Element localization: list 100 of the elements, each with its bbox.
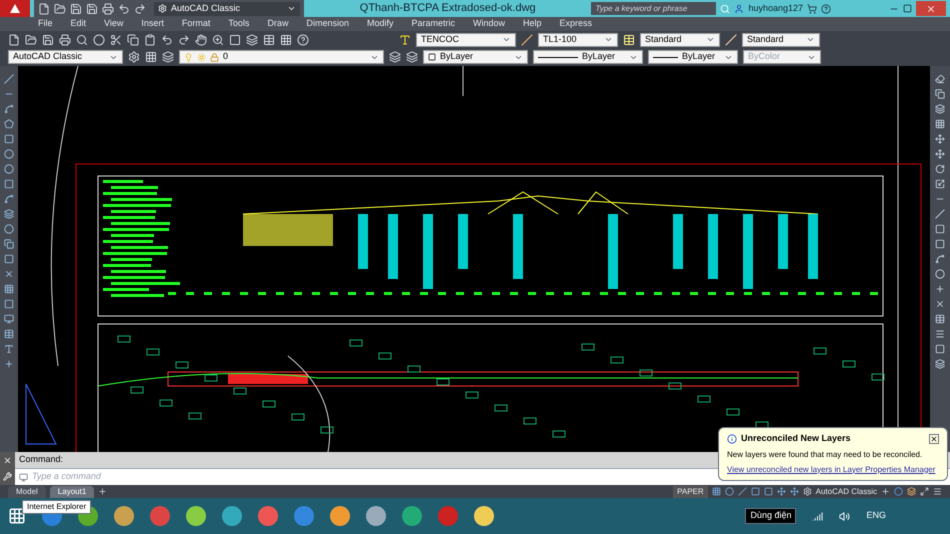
save-icon[interactable] (70, 2, 82, 14)
line-sample (653, 56, 678, 58)
line-icon[interactable] (4, 74, 14, 84)
menu-item[interactable]: View (104, 17, 124, 31)
grid-icon[interactable] (145, 51, 157, 63)
polyline-icon[interactable] (4, 104, 14, 114)
language-indicator[interactable]: ENG (866, 509, 886, 523)
dimension-style-dropdown[interactable]: TL1-100 (538, 32, 618, 46)
space-toggle[interactable]: PAPER (673, 486, 708, 498)
open-folder-icon[interactable] (25, 34, 37, 46)
undo-icon[interactable] (118, 2, 130, 14)
layers-alert-icon[interactable] (907, 487, 916, 496)
print-icon[interactable] (102, 2, 114, 14)
window-icon[interactable] (229, 34, 241, 46)
layers-icon[interactable] (246, 34, 258, 46)
paste-icon[interactable] (144, 34, 156, 46)
list-icon[interactable] (935, 329, 945, 339)
clean-screen-icon[interactable] (920, 487, 929, 496)
menu-item[interactable]: Dimension (306, 17, 349, 31)
help-icon[interactable] (821, 4, 831, 14)
layout-tab[interactable]: Layout1 (50, 486, 94, 498)
layout-tab[interactable]: Model (8, 486, 46, 498)
table-style-dropdown[interactable]: Standard (640, 32, 720, 46)
grid-icon[interactable] (280, 34, 292, 46)
menu-item[interactable]: Draw (267, 17, 288, 31)
menu-item[interactable]: File (38, 17, 53, 31)
plus-icon[interactable] (881, 487, 890, 496)
menu-item[interactable]: Express (560, 17, 592, 31)
user-icon[interactable] (734, 4, 744, 14)
rotate-icon[interactable] (935, 164, 945, 174)
workspace-dropdown[interactable]: AutoCAD Classic (8, 50, 123, 64)
redo-icon[interactable] (178, 34, 190, 46)
erase-icon[interactable] (935, 74, 945, 84)
layer-states-icon[interactable] (406, 51, 418, 63)
layer-icon[interactable] (935, 359, 945, 369)
search-field[interactable]: Type a keyword or phrase (591, 2, 716, 15)
text-style-dropdown[interactable]: TENCOC (416, 32, 516, 46)
layer-previous-icon[interactable] (389, 51, 401, 63)
print-icon[interactable] (59, 34, 71, 46)
text-icon[interactable] (4, 344, 14, 354)
user-name[interactable]: huyhoang127 (748, 2, 803, 16)
close-icon[interactable] (3, 456, 12, 465)
wrench-icon[interactable] (3, 472, 12, 482)
new-file-icon[interactable] (38, 2, 50, 14)
gear-icon[interactable] (128, 51, 140, 63)
cut-icon[interactable] (110, 34, 122, 46)
save-as-icon[interactable] (86, 2, 98, 14)
menu-item[interactable]: Window (473, 17, 506, 31)
polygon-icon[interactable] (4, 119, 14, 129)
move-icon[interactable] (935, 149, 945, 159)
add-icon[interactable] (4, 359, 14, 369)
menu-item[interactable]: Tools (228, 17, 250, 31)
workspace-menu[interactable]: AutoCAD Classic (816, 486, 877, 498)
menu-item[interactable]: Help (523, 17, 542, 31)
save-icon[interactable] (42, 34, 54, 46)
zoom-icon[interactable] (212, 34, 224, 46)
multileader-style-dropdown[interactable]: Standard (742, 32, 820, 46)
hand-icon[interactable] (195, 34, 207, 46)
search-icon[interactable] (76, 34, 88, 46)
window-title: QThanh-BTCPA Extradosed-ok.dwg (358, 1, 537, 16)
circle-icon[interactable] (4, 164, 14, 174)
rectangle-icon[interactable] (4, 134, 14, 144)
menu-item[interactable]: Insert (141, 17, 164, 31)
prompt-button[interactable] (15, 469, 32, 485)
open-folder-icon[interactable] (54, 2, 66, 14)
copy-icon[interactable] (127, 34, 139, 46)
add-layout-icon[interactable] (98, 487, 108, 496)
layers-icon[interactable] (162, 51, 174, 63)
linetype-dropdown[interactable]: ByLayer (533, 50, 643, 64)
color-dropdown[interactable]: ByLayer (423, 50, 528, 64)
snap-icon[interactable] (712, 487, 721, 496)
workspace-dropdown[interactable]: AutoCAD Classic (154, 2, 300, 16)
lineweight-dropdown[interactable]: ByLayer (648, 50, 738, 64)
spline-icon[interactable] (4, 194, 14, 204)
table-icon[interactable] (263, 34, 275, 46)
speaker-icon[interactable] (839, 510, 850, 522)
gear-icon[interactable] (802, 487, 812, 496)
signal-icon[interactable] (812, 510, 824, 522)
layer-dropdown[interactable]: 0 (179, 50, 384, 64)
lock-icon (210, 52, 219, 62)
maximize-icon[interactable] (903, 4, 912, 13)
table-icon[interactable] (4, 329, 14, 339)
menu-item[interactable]: Format (182, 17, 210, 31)
app-logo-icon[interactable] (0, 0, 30, 17)
menu-item[interactable]: Edit (70, 17, 86, 31)
notification-title: Unreconciled New Layers (741, 432, 852, 445)
new-file-icon[interactable] (8, 34, 20, 46)
copy-icon[interactable] (935, 89, 945, 99)
start-icon[interactable] (8, 507, 26, 525)
redo-icon[interactable] (134, 2, 146, 14)
undo-icon[interactable] (161, 34, 173, 46)
menu-icon[interactable] (933, 487, 942, 496)
menu-item[interactable]: Modify (366, 17, 394, 31)
scale-icon[interactable] (935, 179, 945, 189)
close-icon[interactable] (929, 434, 939, 444)
table-style-icon[interactable] (623, 34, 635, 46)
menu-item[interactable]: Parametric (412, 17, 456, 31)
insert-block-icon[interactable] (4, 239, 14, 249)
cart-icon[interactable] (807, 4, 817, 14)
text-style-icon[interactable] (399, 34, 411, 46)
